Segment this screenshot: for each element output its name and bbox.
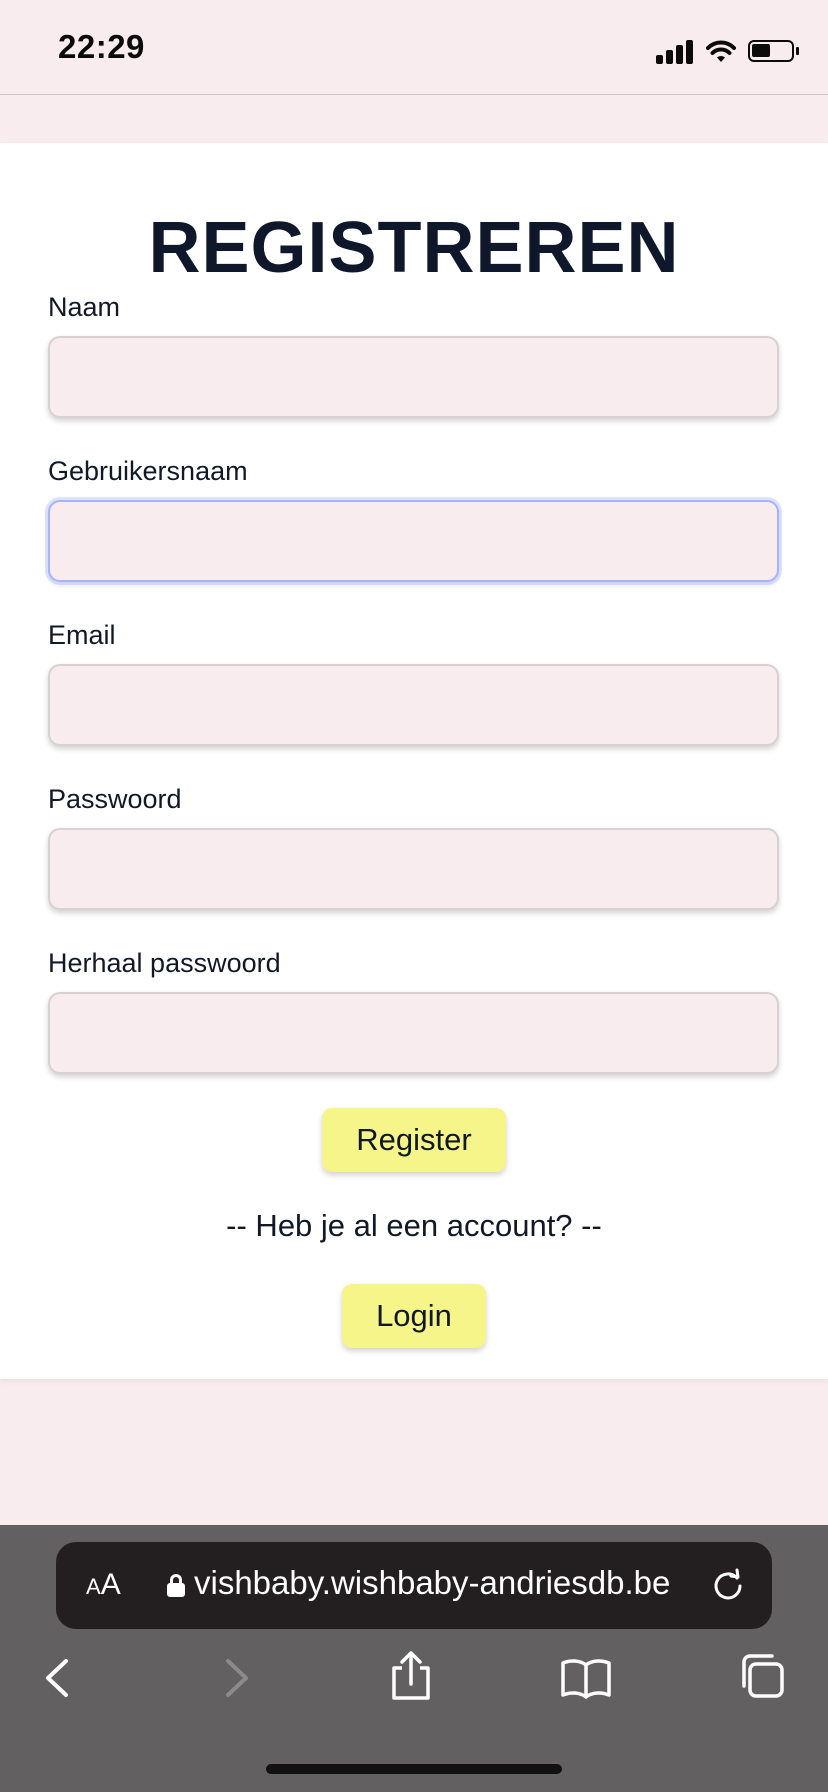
register-button[interactable]: Register xyxy=(322,1108,506,1172)
account-prompt: -- Heb je al een account? -- xyxy=(226,1208,602,1243)
password-input[interactable] xyxy=(48,828,779,910)
name-label: Naam xyxy=(48,292,121,322)
battery-icon xyxy=(748,40,799,62)
forward-icon[interactable] xyxy=(212,1655,258,1701)
page-title: REGISTREREN xyxy=(148,208,680,288)
home-indicator xyxy=(266,1764,562,1774)
username-label: Gebruikersnaam xyxy=(48,456,248,486)
password-label: Passwoord xyxy=(48,784,182,814)
username-input[interactable] xyxy=(48,500,779,582)
email-label: Email xyxy=(48,620,116,650)
url-text[interactable]: vishbaby.wishbaby-andriesdb.be xyxy=(194,1564,686,1602)
lock-icon xyxy=(167,1574,185,1597)
status-bar: 22:29 xyxy=(0,0,828,95)
login-button[interactable]: Login xyxy=(342,1284,486,1348)
reload-icon[interactable] xyxy=(710,1568,746,1604)
wifi-icon xyxy=(706,40,736,62)
status-time: 22:29 xyxy=(58,28,145,65)
status-icons xyxy=(656,34,799,68)
tabs-icon[interactable] xyxy=(738,1652,786,1700)
share-icon[interactable] xyxy=(388,1650,434,1702)
repeat-password-input[interactable] xyxy=(48,992,779,1074)
reader-aa-button[interactable]: AA xyxy=(86,1568,121,1602)
email-input[interactable] xyxy=(48,664,779,746)
aa-large-label: A xyxy=(100,1568,121,1601)
repeat-password-label: Herhaal passwoord xyxy=(48,948,281,978)
aa-small-label: A xyxy=(86,1574,101,1599)
back-icon[interactable] xyxy=(36,1655,82,1701)
bookmarks-icon[interactable] xyxy=(560,1655,612,1701)
signal-icon xyxy=(656,38,694,64)
name-input[interactable] xyxy=(48,336,779,418)
registration-card xyxy=(0,143,828,1379)
